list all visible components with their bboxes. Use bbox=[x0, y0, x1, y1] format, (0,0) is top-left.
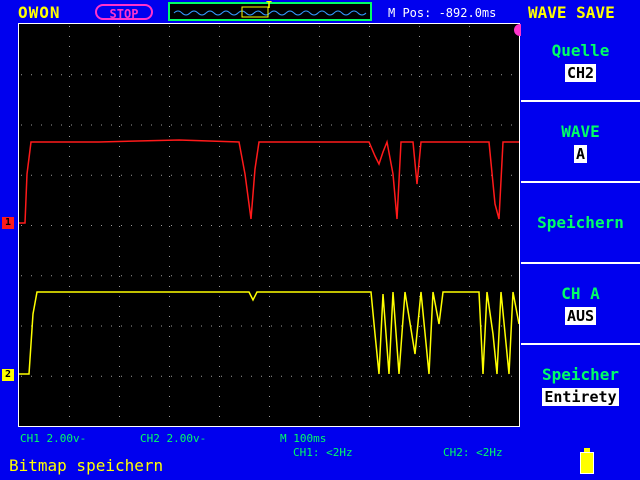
mode-title: WAVE SAVE bbox=[528, 3, 615, 22]
ch1-waveform bbox=[19, 139, 519, 224]
ch2-ground-marker[interactable]: 2 bbox=[2, 369, 14, 381]
waveform-canvas bbox=[19, 26, 520, 417]
menu-source-value: CH2 bbox=[564, 64, 597, 82]
ch1-ground-marker[interactable]: 1 bbox=[2, 217, 14, 229]
menu-storage-button[interactable]: Speicher Entirety bbox=[521, 347, 640, 426]
menu-storage-label: Speicher bbox=[541, 365, 620, 384]
menu-source-button[interactable]: Quelle CH2 bbox=[521, 23, 640, 102]
menu-wave-label: WAVE bbox=[561, 122, 600, 141]
menu-storage-value: Entirety bbox=[542, 388, 619, 406]
menu-ch-a-label: CH A bbox=[561, 284, 600, 303]
menu-source-label: Quelle bbox=[551, 41, 610, 60]
status-message: Bitmap speichern bbox=[9, 456, 164, 475]
menu-save-button[interactable]: Speichern bbox=[521, 185, 640, 264]
menu-ch-a-button[interactable]: CH A AUS bbox=[521, 266, 640, 345]
menu-ch-a-value: AUS bbox=[564, 307, 597, 325]
ch2-frequency: CH2: <2Hz bbox=[443, 446, 503, 459]
menu-wave-value: A bbox=[573, 145, 588, 163]
timebase-position: M Pos: -892.0ms bbox=[388, 6, 497, 20]
battery-icon bbox=[580, 452, 594, 474]
time-scale: M 100ms bbox=[280, 432, 327, 445]
brand-logo: OWON bbox=[18, 3, 61, 22]
ch1-scale: CH1 2.00v- bbox=[20, 432, 87, 445]
menu-wave-button[interactable]: WAVE A bbox=[521, 104, 640, 183]
ch1-frequency: CH1: <2Hz bbox=[293, 446, 353, 459]
trigger-position-marker: T bbox=[266, 0, 273, 11]
waveform-display bbox=[18, 23, 520, 427]
grid bbox=[21, 26, 512, 417]
ch2-waveform bbox=[19, 291, 520, 375]
menu-save-label: Speichern bbox=[537, 213, 624, 232]
ch2-scale: CH2 2.00v- bbox=[140, 432, 207, 445]
run-stop-badge[interactable]: STOP bbox=[95, 4, 153, 21]
side-menu: Quelle CH2 WAVE A Speichern CH A AUS Spe… bbox=[521, 23, 640, 427]
